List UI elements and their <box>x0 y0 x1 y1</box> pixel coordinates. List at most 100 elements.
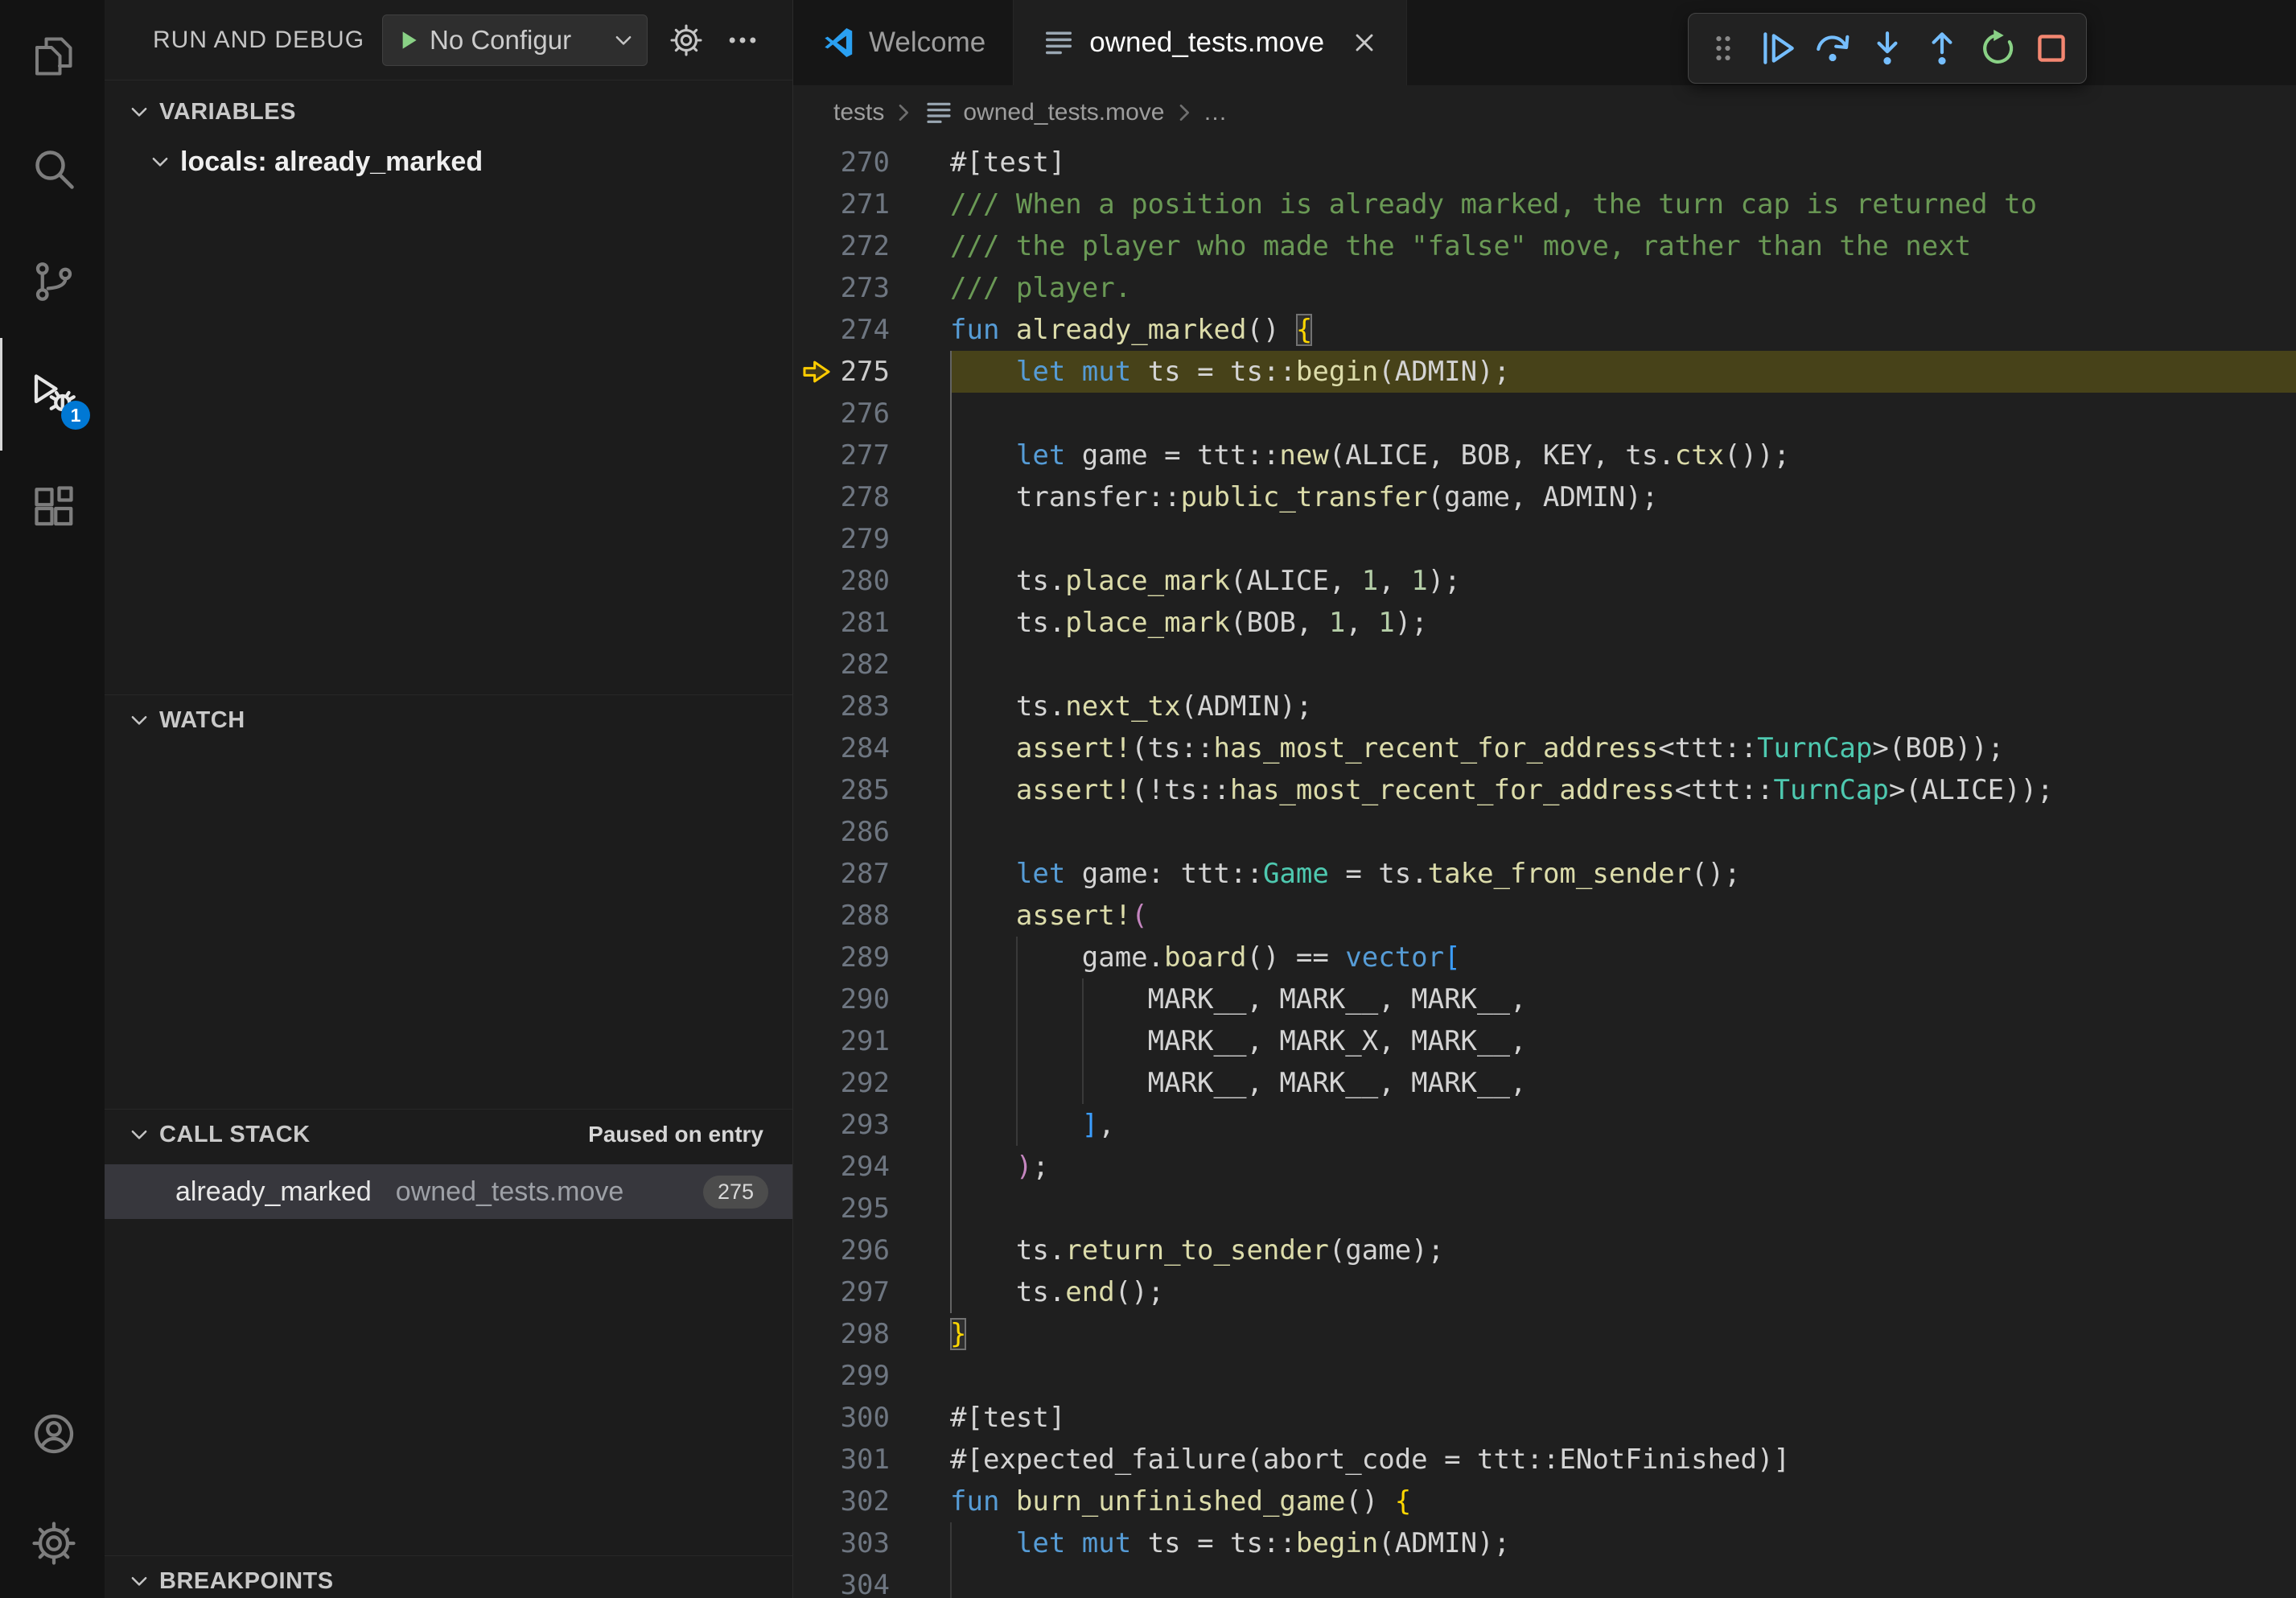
gutter[interactable]: 278 <box>793 476 950 518</box>
code-line[interactable]: 285 assert!(!ts::has_most_recent_for_add… <box>793 769 2296 811</box>
close-icon[interactable] <box>1350 28 1379 57</box>
tab-owned-tests-move[interactable]: owned_tests.move <box>1014 0 1407 85</box>
code-line[interactable]: 303 let mut ts = ts::begin(ADMIN); <box>793 1522 2296 1564</box>
variables-scope-row[interactable]: locals: already_marked <box>105 137 792 187</box>
code-line[interactable]: 272/// the player who made the "false" m… <box>793 225 2296 267</box>
tab-welcome[interactable]: Welcome <box>793 0 1014 85</box>
debug-step-into-button[interactable] <box>1862 20 1912 76</box>
gutter[interactable]: 299 <box>793 1355 950 1397</box>
gutter[interactable]: 273 <box>793 267 950 309</box>
code-line[interactable]: 282 <box>793 644 2296 686</box>
activity-item-settings[interactable] <box>0 1489 105 1598</box>
activity-item-account[interactable] <box>0 1379 105 1489</box>
code-line[interactable]: 283 ts.next_tx(ADMIN); <box>793 686 2296 727</box>
code-line[interactable]: 298} <box>793 1313 2296 1355</box>
activity-item-search[interactable] <box>0 113 105 225</box>
breadcrumb-item[interactable]: owned_tests.move <box>923 97 1164 129</box>
variables-section-header[interactable]: VARIABLES <box>105 87 792 137</box>
gutter[interactable]: 291 <box>793 1020 950 1062</box>
code-line[interactable]: 294 ); <box>793 1146 2296 1188</box>
code-line[interactable]: 277 let game = ttt::new(ALICE, BOB, KEY,… <box>793 435 2296 476</box>
debug-settings-gear-icon[interactable] <box>669 23 704 58</box>
code-line[interactable]: 302fun burn_unfinished_game() { <box>793 1481 2296 1522</box>
debug-step-out-button[interactable] <box>1917 20 1967 76</box>
gutter[interactable]: 274 <box>793 309 950 351</box>
code-line[interactable]: 289 game.board() == vector[ <box>793 937 2296 978</box>
breadcrumb-item[interactable]: tests <box>833 99 884 126</box>
code-line[interactable]: 293 ], <box>793 1104 2296 1146</box>
gutter[interactable]: 277 <box>793 435 950 476</box>
code-line[interactable]: 291 MARK__, MARK_X, MARK__, <box>793 1020 2296 1062</box>
code-line[interactable]: 286 <box>793 811 2296 853</box>
gutter[interactable]: 289 <box>793 937 950 978</box>
start-debugging-icon[interactable] <box>394 27 422 54</box>
gutter[interactable]: 292 <box>793 1062 950 1104</box>
code-line[interactable]: 296 ts.return_to_sender(game); <box>793 1229 2296 1271</box>
callstack-frame-row[interactable]: already_markedowned_tests.move275 <box>105 1164 792 1219</box>
code-line[interactable]: 297 ts.end(); <box>793 1271 2296 1313</box>
code-line[interactable]: 300#[test] <box>793 1397 2296 1439</box>
gutter[interactable]: 301 <box>793 1439 950 1481</box>
call-stack-section-header[interactable]: CALL STACK Paused on entry <box>105 1110 792 1159</box>
code-line[interactable]: 301#[expected_failure(abort_code = ttt::… <box>793 1439 2296 1481</box>
gutter[interactable]: 296 <box>793 1229 950 1271</box>
code-line[interactable]: 274fun already_marked() { <box>793 309 2296 351</box>
gutter[interactable]: 297 <box>793 1271 950 1313</box>
debug-stop-button[interactable] <box>2026 20 2076 76</box>
gutter[interactable]: 298 <box>793 1313 950 1355</box>
activity-item-run-and-debug[interactable]: 1 <box>0 338 105 451</box>
gutter[interactable]: 271 <box>793 183 950 225</box>
gutter[interactable]: 270 <box>793 142 950 183</box>
gutter[interactable]: 293 <box>793 1104 950 1146</box>
code-line[interactable]: 299 <box>793 1355 2296 1397</box>
watch-section-header[interactable]: WATCH <box>105 695 792 745</box>
gutter[interactable]: 288 <box>793 895 950 937</box>
gutter[interactable]: 276 <box>793 393 950 435</box>
breakpoints-section-header[interactable]: BREAKPOINTS <box>105 1556 792 1598</box>
gutter[interactable]: 295 <box>793 1188 950 1229</box>
gutter[interactable]: 302 <box>793 1481 950 1522</box>
code-line[interactable]: 276 <box>793 393 2296 435</box>
code-editor[interactable]: 270#[test]271/// When a position is alre… <box>793 140 2296 1598</box>
debug-continue-button[interactable] <box>1753 20 1803 76</box>
code-line[interactable]: 275 let mut ts = ts::begin(ADMIN); <box>793 351 2296 393</box>
gutter[interactable]: 303 <box>793 1522 950 1564</box>
gutter[interactable]: 300 <box>793 1397 950 1439</box>
debug-config-dropdown[interactable]: No Configur <box>382 14 648 66</box>
gutter[interactable]: 284 <box>793 727 950 769</box>
breadcrumb-item[interactable]: … <box>1204 99 1228 126</box>
code-line[interactable]: 292 MARK__, MARK__, MARK__, <box>793 1062 2296 1104</box>
code-line[interactable]: 288 assert!( <box>793 895 2296 937</box>
gutter[interactable]: 282 <box>793 644 950 686</box>
gutter[interactable]: 294 <box>793 1146 950 1188</box>
gutter[interactable]: 285 <box>793 769 950 811</box>
debug-step-over-button[interactable] <box>1808 20 1858 76</box>
gutter[interactable]: 272 <box>793 225 950 267</box>
activity-item-explorer[interactable] <box>0 0 105 113</box>
code-line[interactable]: 280 ts.place_mark(ALICE, 1, 1); <box>793 560 2296 602</box>
code-line[interactable]: 290 MARK__, MARK__, MARK__, <box>793 978 2296 1020</box>
activity-item-extensions[interactable] <box>0 451 105 563</box>
code-line[interactable]: 279 <box>793 518 2296 560</box>
code-line[interactable]: 287 let game: ttt::Game = ts.take_from_s… <box>793 853 2296 895</box>
code-line[interactable]: 304 <box>793 1564 2296 1598</box>
debug-drag-grip-button[interactable] <box>1698 20 1748 76</box>
gutter[interactable]: 286 <box>793 811 950 853</box>
code-line[interactable]: 270#[test] <box>793 142 2296 183</box>
gutter[interactable]: 279 <box>793 518 950 560</box>
code-line[interactable]: 271/// When a position is already marked… <box>793 183 2296 225</box>
code-line[interactable]: 284 assert!(ts::has_most_recent_for_addr… <box>793 727 2296 769</box>
code-line[interactable]: 281 ts.place_mark(BOB, 1, 1); <box>793 602 2296 644</box>
gutter[interactable]: 290 <box>793 978 950 1020</box>
gutter[interactable]: 281 <box>793 602 950 644</box>
gutter[interactable]: 280 <box>793 560 950 602</box>
gutter[interactable]: 304 <box>793 1564 950 1598</box>
code-line[interactable]: 278 transfer::public_transfer(game, ADMI… <box>793 476 2296 518</box>
gutter[interactable]: 283 <box>793 686 950 727</box>
code-line[interactable]: 273/// player. <box>793 267 2296 309</box>
gutter[interactable]: 287 <box>793 853 950 895</box>
debug-restart-button[interactable] <box>1972 20 2022 76</box>
gutter[interactable]: 275 <box>793 351 950 393</box>
activity-item-source-control[interactable] <box>0 225 105 338</box>
more-actions-icon[interactable] <box>725 23 760 58</box>
